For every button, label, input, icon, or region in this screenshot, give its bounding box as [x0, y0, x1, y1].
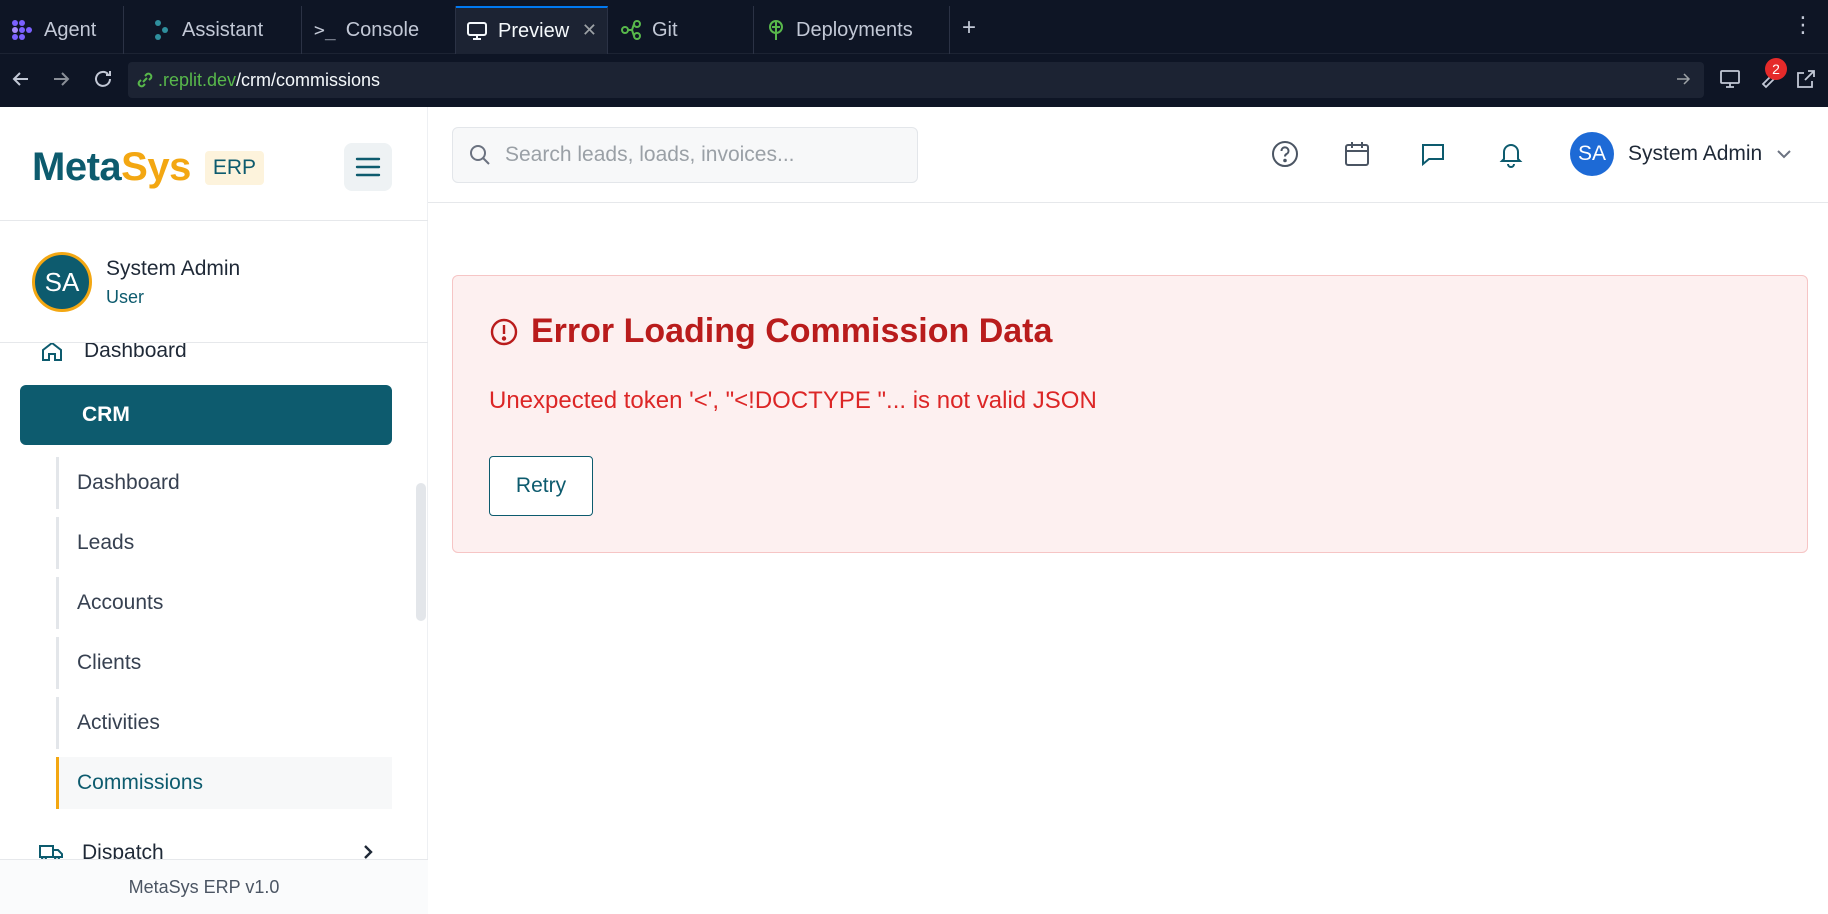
tab-assistant[interactable]: Assistant: [142, 6, 302, 54]
user-menu[interactable]: SA System Admin: [1570, 132, 1792, 176]
tab-label: Preview: [498, 19, 570, 42]
hamburger-icon: [355, 156, 381, 178]
app-header: SA System Admin: [428, 107, 1828, 203]
assistant-icon: [152, 19, 172, 41]
brand-name: MetaSys: [32, 145, 191, 190]
calendar-icon[interactable]: [1342, 139, 1372, 169]
menu-toggle-button[interactable]: [344, 143, 392, 191]
brand-tag: ERP: [204, 150, 264, 185]
preview-icon: [466, 21, 488, 41]
git-icon: [620, 19, 642, 41]
version-text: MetaSys ERP v1.0: [128, 876, 280, 897]
tab-preview[interactable]: Preview ✕: [456, 6, 608, 54]
url-host: .replit.dev: [158, 69, 237, 90]
home-icon: [40, 343, 64, 363]
profile-name: System Admin: [106, 256, 241, 280]
sidebar-nav: Dashboard CRM Dashboard Leads Accounts C…: [0, 343, 428, 863]
forward-arrow-icon[interactable]: [50, 68, 72, 90]
brand-meta: Meta: [32, 145, 122, 189]
sidebar-scrollbar[interactable]: [416, 483, 426, 621]
navigate-arrow-icon[interactable]: [1674, 70, 1692, 88]
tab-label: Agent: [44, 18, 97, 41]
close-tab-icon[interactable]: ✕: [582, 20, 597, 41]
sidebar-item-label: Dashboard: [84, 343, 187, 362]
tab-label: Assistant: [182, 18, 264, 41]
link-icon: [136, 71, 154, 89]
error-title: Error Loading Commission Data: [489, 312, 1052, 351]
agent-icon: [10, 18, 34, 42]
search-box[interactable]: [452, 127, 918, 183]
sidebar: MetaSys ERP SA System Admin User Dashboa…: [0, 107, 428, 914]
sidebar-item-crm[interactable]: CRM: [20, 385, 392, 445]
error-alert: Error Loading Commission Data Unexpected…: [452, 275, 1808, 553]
brand-sys: Sys: [121, 145, 191, 189]
messages-icon[interactable]: [1418, 139, 1448, 169]
tab-agent[interactable]: Agent: [0, 6, 124, 54]
sidebar-subitem-activities[interactable]: Activities: [56, 697, 392, 749]
search-input[interactable]: [505, 143, 905, 167]
sidebar-profile: SA System Admin User: [32, 252, 240, 312]
avatar: SA: [32, 252, 92, 312]
sidebar-subitem-accounts[interactable]: Accounts: [56, 577, 392, 629]
sidebar-subitem-leads[interactable]: Leads: [56, 517, 392, 569]
sidebar-item-label: Dashboard: [77, 471, 180, 494]
bell-icon[interactable]: [1496, 139, 1526, 169]
sidebar-item-label: Activities: [77, 711, 160, 734]
url-field[interactable]: .replit.dev/crm/commissions: [128, 62, 1704, 98]
profile-role: User: [106, 286, 145, 307]
sidebar-item-label: Clients: [77, 651, 142, 674]
avatar: SA: [1570, 132, 1614, 176]
reload-icon[interactable]: [92, 68, 114, 90]
sidebar-subitem-commissions[interactable]: Commissions: [56, 757, 392, 809]
retry-button[interactable]: Retry: [489, 456, 593, 516]
deployments-icon: [766, 19, 786, 41]
tab-label: Deployments: [796, 18, 913, 41]
sidebar-footer: MetaSys ERP v1.0: [0, 859, 428, 914]
alert-circle-icon: [489, 317, 519, 347]
chevron-down-icon: [1776, 148, 1792, 160]
devtools-badge: 2: [1765, 58, 1787, 80]
brand-logo[interactable]: MetaSys ERP: [32, 145, 264, 190]
tab-git[interactable]: Git: [610, 6, 754, 54]
tab-label: Console: [345, 18, 420, 41]
more-options-icon[interactable]: ⋮: [1792, 12, 1814, 38]
sidebar-item-dispatch[interactable]: Dispatch: [20, 823, 392, 863]
error-title-text: Error Loading Commission Data: [531, 312, 1053, 350]
back-arrow-icon[interactable]: [10, 68, 32, 90]
sidebar-item-label: Commissions: [77, 771, 204, 794]
help-icon[interactable]: [1270, 139, 1300, 169]
console-icon: >_: [314, 19, 336, 41]
sidebar-item-dashboard[interactable]: Dashboard: [40, 343, 187, 363]
error-message: Unexpected token '<', "<!DOCTYPE "... is…: [489, 387, 1097, 414]
open-new-window-icon[interactable]: [1794, 67, 1818, 91]
device-preview-icon[interactable]: [1718, 67, 1742, 91]
sidebar-subitem-clients[interactable]: Clients: [56, 637, 392, 689]
sidebar-item-label: Leads: [77, 531, 135, 554]
workspace-tab-bar: Agent Assistant >_ Console Preview ✕ Git…: [0, 0, 1828, 54]
tab-deployments[interactable]: Deployments: [754, 6, 950, 54]
url-path: /crm/commissions: [236, 69, 381, 90]
divider: [0, 220, 428, 221]
search-icon: [469, 144, 491, 166]
tab-label: Git: [652, 18, 678, 41]
new-tab-icon[interactable]: +: [962, 14, 976, 42]
sidebar-subitem-dashboard[interactable]: Dashboard: [56, 457, 392, 509]
tab-console[interactable]: >_ Console: [304, 6, 456, 54]
sidebar-item-label: CRM: [82, 403, 130, 426]
preview-address-bar: .replit.dev/crm/commissions: [0, 54, 1828, 107]
user-name: System Admin: [1628, 142, 1763, 165]
sidebar-item-label: Accounts: [77, 591, 164, 614]
